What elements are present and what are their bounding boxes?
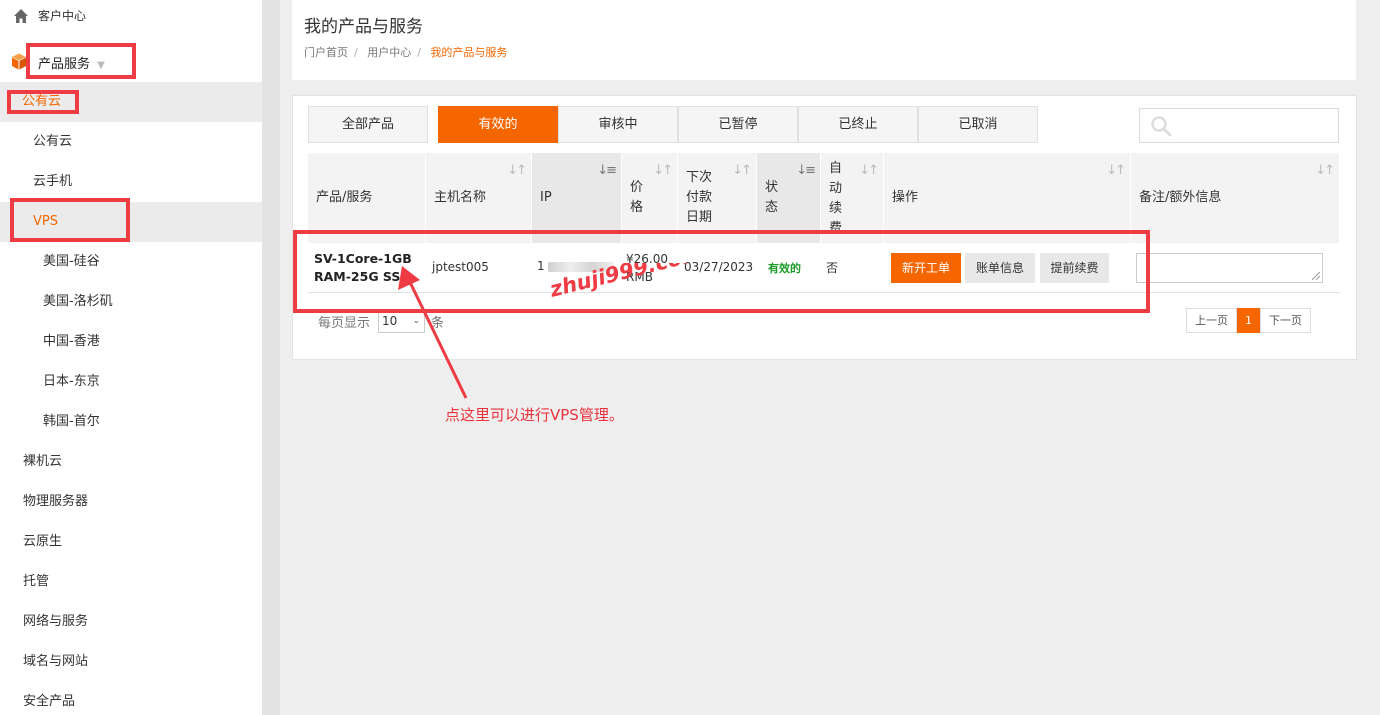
sidebar-item-cloud-phone[interactable]: 云手机 xyxy=(0,162,262,202)
sort-icon: ↓↑ xyxy=(653,163,673,178)
tab-terminated[interactable]: 已终止 xyxy=(798,106,918,143)
annotation-hint: 点这里可以进行VPS管理。 xyxy=(445,406,624,424)
col-notes[interactable]: 备注/额外信息 ↓↑ xyxy=(1131,153,1340,243)
breadcrumb-user-center[interactable]: 用户中心 xyxy=(367,46,411,59)
sort-desc-icon: ↓≡ xyxy=(597,163,617,178)
sidebar-item-us-silicon-valley[interactable]: 美国-硅谷 xyxy=(0,242,262,282)
sidebar-item-label: 日本-东京 xyxy=(43,374,100,389)
sidebar-item-label: 安全产品 xyxy=(23,694,76,709)
next-page-button[interactable]: 下一页 xyxy=(1260,308,1311,333)
home-icon xyxy=(14,9,28,23)
sidebar-item-label: 网络与服务 xyxy=(23,614,89,629)
watermark-text: zhuji999.com-主机玖玖 xyxy=(548,263,797,302)
tab-cancelled[interactable]: 已取消 xyxy=(918,106,1038,143)
sidebar-item-label: 美国-硅谷 xyxy=(43,254,100,269)
sidebar-item-kr-seoul[interactable]: 韩国-首尔 xyxy=(0,402,262,442)
sidebar-item-network-services[interactable]: 网络与服务 xyxy=(0,602,262,642)
sidebar-item-label: 公有云 xyxy=(33,134,73,149)
sort-icon: ↓↑ xyxy=(859,163,879,178)
sidebar-item-label: 托管 xyxy=(23,574,50,589)
col-notes-label: 备注/额外信息 xyxy=(1139,190,1222,205)
sidebar-item-label: 中国-香港 xyxy=(43,334,100,349)
sidebar-item-label: 物理服务器 xyxy=(23,494,89,509)
sort-icon: ↓↑ xyxy=(507,163,527,178)
watermark: zhuji999.com-主机玖玖 xyxy=(548,263,797,302)
highlight-public-cloud xyxy=(7,90,79,114)
sidebar-item-label: 云手机 xyxy=(33,174,73,189)
sort-icon: ↓↑ xyxy=(1315,163,1335,178)
page-header: 我的产品与服务 门户首页 / 用户中心 / 我的产品与服务 xyxy=(292,0,1356,80)
highlight-vps xyxy=(10,198,130,242)
sort-icon: ↓↑ xyxy=(732,163,752,178)
search-input[interactable] xyxy=(1139,108,1339,143)
tab-all-products[interactable]: 全部产品 xyxy=(308,106,428,143)
sidebar-item-physical-server[interactable]: 物理服务器 xyxy=(0,482,262,522)
sort-desc-icon: ↓≡ xyxy=(796,163,816,178)
sidebar-item-label: 云原生 xyxy=(23,534,63,549)
annotation-arrow xyxy=(398,266,468,399)
sidebar-item-cloud-native[interactable]: 云原生 xyxy=(0,522,262,562)
sidebar-item-label: 美国-洛杉矶 xyxy=(43,294,113,309)
resize-handle-icon[interactable] xyxy=(1310,270,1320,280)
tab-active[interactable]: 有效的 xyxy=(438,106,558,143)
sidebar-item-cn-hongkong[interactable]: 中国-香港 xyxy=(0,322,262,362)
sidebar-item-jp-tokyo[interactable]: 日本-东京 xyxy=(0,362,262,402)
sidebar-item-domain-website[interactable]: 域名与网站 xyxy=(0,642,262,682)
highlight-product-services xyxy=(26,43,136,79)
page-title: 我的产品与服务 xyxy=(304,17,423,37)
prev-page-button[interactable]: 上一页 xyxy=(1186,308,1237,333)
sort-icon: ↓↑ xyxy=(1106,163,1126,178)
per-page-prefix: 每页显示 xyxy=(318,316,371,331)
sidebar-item-hosting[interactable]: 托管 xyxy=(0,562,262,602)
breadcrumb-current: 我的产品与服务 xyxy=(430,46,508,59)
notes-textarea[interactable] xyxy=(1136,253,1323,283)
sidebar-item-label: 韩国-首尔 xyxy=(43,414,100,429)
sidebar-item-security[interactable]: 安全产品 xyxy=(0,682,262,715)
page-1-button[interactable]: 1 xyxy=(1237,308,1260,333)
tab-suspended[interactable]: 已暂停 xyxy=(678,106,798,143)
sidebar-scrollbar[interactable] xyxy=(262,0,280,715)
search-icon xyxy=(1151,116,1172,137)
sidebar-item-public-cloud[interactable]: 公有云 xyxy=(0,122,262,162)
breadcrumb: 门户首页 / 用户中心 / 我的产品与服务 xyxy=(304,46,508,59)
breadcrumb-home[interactable]: 门户首页 xyxy=(304,46,348,59)
product-box-icon xyxy=(12,53,26,70)
sidebar-item-label: 裸机云 xyxy=(23,454,63,469)
sidebar-item-us-los-angeles[interactable]: 美国-洛杉矶 xyxy=(0,282,262,322)
sidebar-item-bare-metal-cloud[interactable]: 裸机云 xyxy=(0,442,262,482)
tab-pending[interactable]: 审核中 xyxy=(558,106,678,143)
customer-center-label: 客户中心 xyxy=(38,9,87,23)
sidebar-item-label: 域名与网站 xyxy=(23,654,89,669)
